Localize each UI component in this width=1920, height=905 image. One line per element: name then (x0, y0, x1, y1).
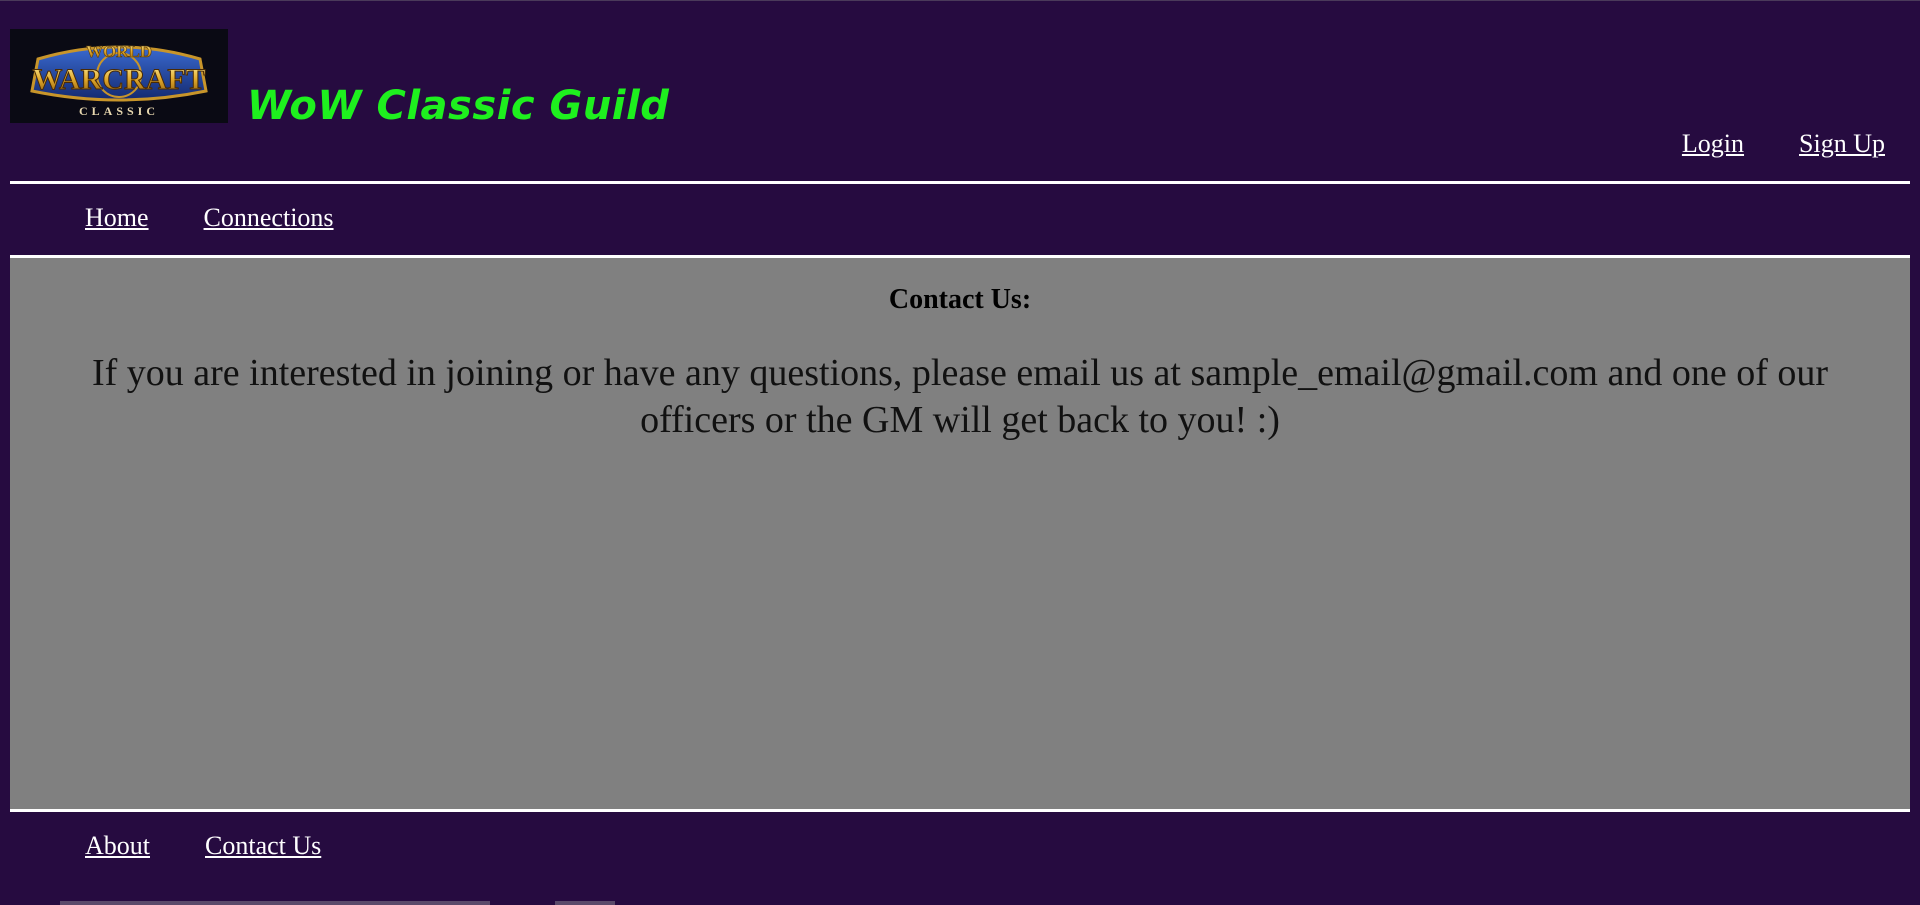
auth-nav: Login Sign Up (1682, 129, 1885, 159)
logo-text-classic: CLASSIC (79, 104, 159, 118)
main-nav: Home Connections (85, 203, 334, 233)
bottom-partial-element-2 (555, 901, 615, 905)
logo-text-world: WORLD (86, 42, 152, 61)
footer-about-link[interactable]: About (85, 831, 150, 861)
footer-contact-us-link[interactable]: Contact Us (205, 831, 321, 861)
bottom-partial-element (60, 901, 490, 905)
footer-nav: About Contact Us (85, 831, 321, 861)
sign-up-link[interactable]: Sign Up (1799, 129, 1885, 159)
login-link[interactable]: Login (1682, 129, 1744, 159)
logo-text-warcraft: WARCRAFT (32, 63, 205, 96)
nav-connections-link[interactable]: Connections (204, 203, 334, 233)
contact-content-panel: Contact Us: If you are interested in joi… (10, 258, 1910, 809)
wow-classic-logo: WORLD WARCRAFT CLASSIC (10, 29, 228, 123)
contact-heading: Contact Us: (888, 284, 1032, 315)
nav-home-link[interactable]: Home (85, 203, 149, 233)
page: WORLD WARCRAFT CLASSIC WoW Classic Guild… (0, 0, 1920, 905)
site-title: WoW Classic Guild (247, 83, 670, 129)
footer-divider (10, 809, 1910, 812)
header-divider (10, 181, 1910, 184)
contact-message: If you are interested in joining or have… (91, 352, 1829, 441)
